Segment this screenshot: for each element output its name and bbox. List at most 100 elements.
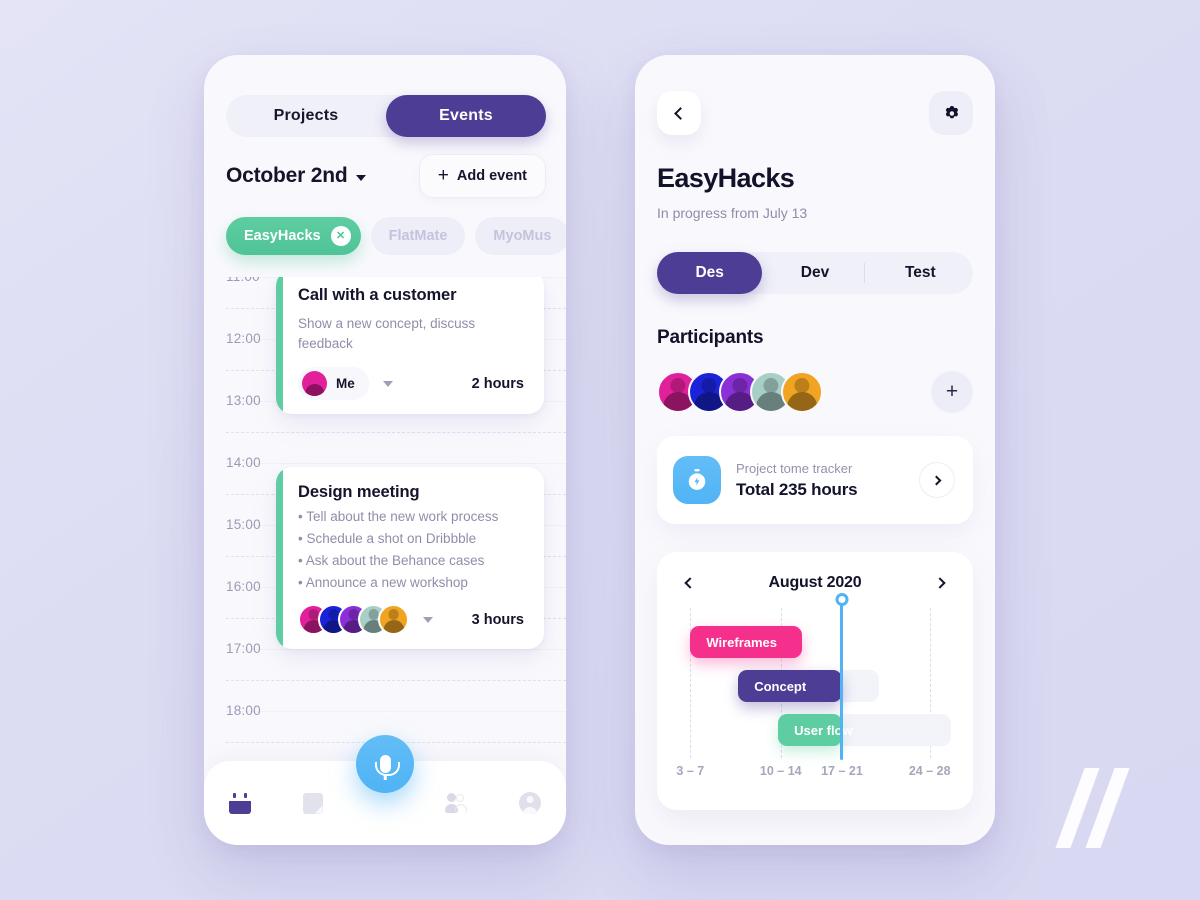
gantt-bar[interactable]: Wireframes	[690, 626, 803, 658]
tracker-label: Project tome tracker	[736, 460, 853, 476]
phone-project-detail-screen: EasyHacks In progress from July 13 Des D…	[635, 55, 995, 845]
schedule-time-row: 17:00	[204, 641, 566, 711]
bottom-navigation-bar	[204, 735, 566, 845]
time-label: 12:00	[226, 331, 261, 346]
close-icon[interactable]: ✕	[330, 226, 351, 246]
date-label: October 2nd	[226, 164, 348, 187]
gantt-plot-area[interactable]: Wireframes Concept User flow	[657, 593, 973, 760]
attendee-label: Me	[336, 376, 355, 392]
profile-icon	[518, 792, 541, 814]
stopwatch-icon	[673, 456, 721, 504]
avatar	[302, 371, 327, 397]
expand-chevron-icon[interactable]	[423, 616, 433, 623]
avatar	[781, 371, 823, 413]
chip-flatmate[interactable]: FlatMate	[370, 217, 466, 255]
nav-notes[interactable]	[276, 761, 348, 845]
event-attendees	[298, 604, 433, 635]
avatar-stack[interactable]	[298, 604, 409, 635]
event-footer: 3 hours	[298, 604, 524, 635]
grid-line-dashed	[226, 432, 566, 433]
grid-line-solid	[226, 711, 566, 712]
time-label: 14:00	[226, 455, 261, 470]
page-subtitle: In progress from July 13	[657, 205, 808, 221]
chevron-left-icon	[674, 106, 687, 120]
time-tracker-card[interactable]: Project tome tracker Total 235 hours	[657, 436, 973, 524]
event-footer: Me 2 hours	[298, 367, 524, 401]
tracker-open-button[interactable]	[919, 462, 955, 498]
gantt-today-marker[interactable]	[835, 593, 849, 760]
decorative-slashes	[1048, 768, 1138, 848]
settings-button[interactable]	[929, 91, 973, 135]
grid-line-solid	[226, 649, 566, 650]
phase-segmented-control: Des Dev Test	[657, 252, 973, 294]
event-bullet: • Announce a new workshop	[298, 575, 468, 590]
back-button[interactable]	[657, 91, 701, 135]
tab-test[interactable]: Test	[868, 252, 973, 294]
gantt-header: August 2020	[657, 568, 973, 598]
nav-team[interactable]	[421, 761, 493, 845]
gantt-bar[interactable]: Concept	[738, 670, 842, 702]
participants-row: +	[657, 367, 973, 417]
tab-dev[interactable]: Dev	[762, 252, 867, 294]
grid-line-dashed	[226, 680, 566, 681]
event-duration: 3 hours	[471, 611, 524, 628]
event-bullet: • Tell about the new work process	[298, 509, 499, 524]
chip-myomus[interactable]: MyoMus	[475, 217, 566, 255]
top-segmented-tabs: Projects Events	[226, 95, 546, 137]
tab-des[interactable]: Des	[657, 252, 763, 294]
nav-profile[interactable]	[494, 761, 566, 845]
gantt-bar[interactable]: User flow	[778, 714, 853, 746]
tracker-value: Total 235 hours	[736, 479, 858, 499]
participants-heading: Participants	[657, 327, 764, 348]
gear-icon	[945, 105, 958, 118]
participant-avatar-stack[interactable]	[657, 371, 823, 413]
gantt-month-label: August 2020	[768, 574, 862, 591]
calendar-icon	[229, 792, 252, 814]
people-icon	[445, 793, 469, 813]
event-attendees: Me	[298, 367, 393, 401]
event-duration: 2 hours	[471, 375, 524, 392]
time-label: 15:00	[226, 517, 261, 532]
chevron-right-icon	[934, 577, 946, 589]
chevron-down-icon	[356, 174, 367, 181]
event-card-call-with-customer[interactable]: Call with a customer Show a new concept,…	[276, 277, 544, 415]
avatar	[378, 604, 409, 635]
attendee-me-pill[interactable]: Me	[298, 367, 369, 401]
project-filter-chips: EasyHacks ✕ FlatMate MyoMus	[226, 217, 566, 255]
time-label: 16:00	[226, 579, 261, 594]
add-participant-button[interactable]: +	[931, 371, 973, 413]
event-bullet: • Schedule a shot on Dribbble	[298, 531, 477, 546]
gantt-tick-label: 3 – 7	[676, 764, 705, 778]
event-subtitle: Show a new concept, discuss feedback	[298, 316, 476, 351]
tab-events[interactable]: Events	[386, 95, 546, 137]
chip-easyhacks[interactable]: EasyHacks ✕	[226, 217, 361, 255]
gantt-tick-label: 24 – 28	[908, 764, 951, 778]
page-title: EasyHacks	[657, 163, 795, 193]
expand-chevron-icon[interactable]	[382, 380, 393, 387]
event-title: Call with a customer	[298, 286, 457, 304]
gantt-axis: 3 – 7 10 – 14 17 – 21 24 – 28	[657, 764, 973, 786]
grid-line-solid	[226, 463, 566, 464]
phone-calendar-screen: Projects Events October 2nd + Add event …	[204, 55, 566, 845]
chip-easyhacks-label: EasyHacks	[244, 228, 321, 244]
segment-divider	[864, 263, 865, 283]
tracker-text: Project tome tracker Total 235 hours	[736, 461, 904, 500]
add-event-button[interactable]: + Add event	[418, 154, 546, 198]
gantt-prev-month-button[interactable]	[679, 572, 701, 594]
date-row: October 2nd + Add event	[226, 153, 546, 199]
note-icon	[302, 792, 323, 814]
gantt-next-month-button[interactable]	[929, 572, 951, 594]
chevron-left-icon	[684, 577, 696, 589]
time-label: 18:00	[226, 703, 261, 718]
date-picker[interactable]: October 2nd	[226, 164, 367, 188]
time-label: 11:00	[226, 277, 260, 284]
tab-projects[interactable]: Projects	[226, 95, 386, 137]
event-bullet: • Ask about the Behance cases	[298, 553, 485, 568]
microphone-icon	[374, 755, 400, 776]
microphone-button[interactable]	[356, 735, 414, 793]
chevron-right-icon	[931, 475, 941, 485]
nav-calendar[interactable]	[204, 761, 276, 845]
gantt-today-handle[interactable]	[835, 593, 849, 606]
event-card-design-meeting[interactable]: Design meeting • Tell about the new work…	[276, 467, 544, 649]
add-event-label: Add event	[456, 168, 527, 184]
